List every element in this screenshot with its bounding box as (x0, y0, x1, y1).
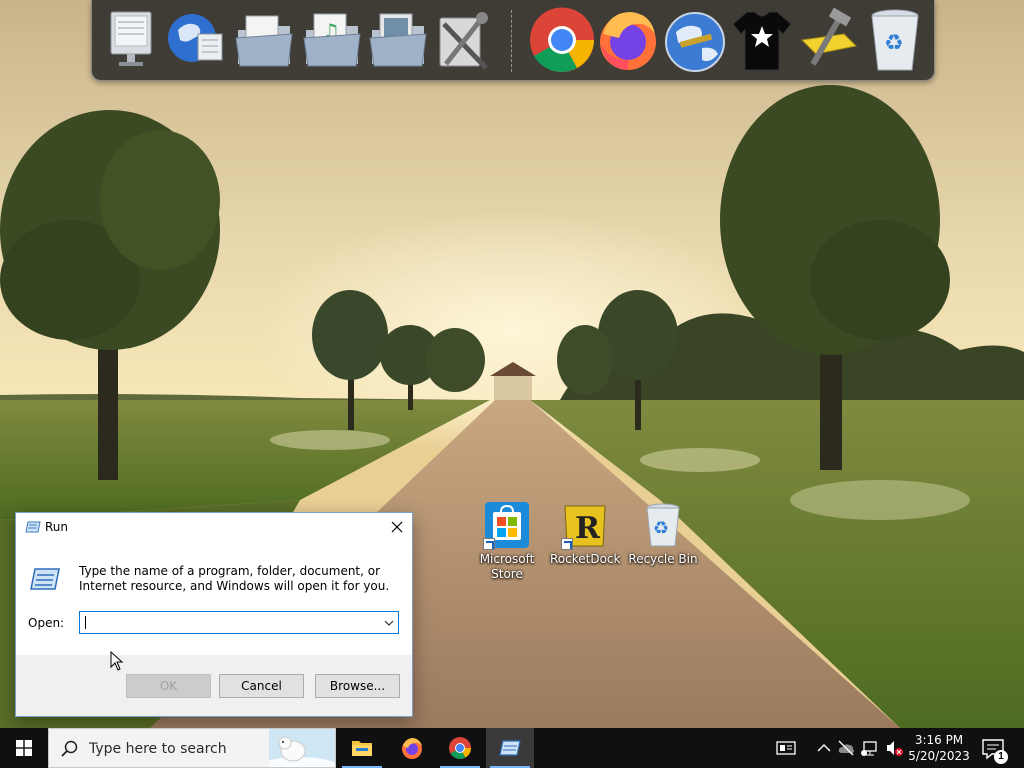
open-label: Open: (28, 616, 65, 630)
search-placeholder: Type here to search (89, 741, 227, 757)
clock-date: 5/20/2023 (908, 749, 970, 763)
shortcut-arrow-icon (561, 538, 573, 550)
file-explorer-icon (352, 741, 372, 756)
onedrive-offline-icon[interactable] (836, 738, 856, 758)
taskbar-run[interactable] (486, 728, 534, 768)
taskbar-chrome[interactable] (436, 728, 484, 768)
browse-button[interactable]: Browse... (315, 674, 400, 698)
dock-music-icon[interactable]: ♫ (300, 4, 366, 76)
desktop-icon-microsoft-store[interactable]: Microsoft Store (472, 500, 542, 582)
dock-pictures-icon[interactable] (366, 4, 432, 76)
run-description: Type the name of a program, folder, docu… (79, 564, 390, 593)
run-titlebar[interactable]: Run (16, 513, 412, 542)
svg-text:♻: ♻ (884, 31, 904, 56)
rocketdock-bar: ♫ ♻ (91, 0, 935, 81)
dock-firefox-icon[interactable] (595, 4, 661, 76)
store-icon (483, 500, 531, 550)
run-dialog: Run Type the name of a program, folder, … (15, 512, 413, 717)
notification-badge: 1 (994, 750, 1008, 764)
open-combobox[interactable] (79, 611, 399, 634)
dock-tools-icon[interactable] (430, 4, 496, 76)
svg-text:R: R (575, 511, 601, 546)
volume-muted-icon[interactable] (884, 738, 904, 758)
text-caret (85, 616, 86, 629)
dock-separator (511, 10, 513, 72)
desktop-icon-label: Recycle Bin (628, 552, 698, 566)
start-button[interactable] (0, 728, 48, 768)
dock-computer-icon[interactable] (98, 4, 164, 76)
network-icon[interactable] (860, 738, 880, 758)
dock-tshirt-icon[interactable] (729, 4, 795, 76)
dock-chrome-icon[interactable] (529, 4, 595, 76)
dock-hammer-icon[interactable] (796, 4, 862, 76)
rocketdock-icon: R (561, 500, 609, 550)
desktop-icon-rocketdock[interactable]: R RocketDock (550, 500, 620, 567)
run-icon (25, 521, 41, 533)
ok-button[interactable]: OK (126, 674, 211, 698)
search-highlight-icon (269, 729, 335, 767)
firefox-icon (402, 738, 422, 759)
taskbar-search-box[interactable]: Type here to search (48, 728, 336, 768)
desktop-icon-recycle-bin[interactable]: ♻ Recycle Bin (628, 500, 698, 567)
taskbar: Type here to search 3:16 PM 5/20/2023 1 (0, 728, 1024, 768)
shortcut-arrow-icon (483, 538, 495, 550)
dock-network-icon[interactable] (164, 4, 230, 76)
taskbar-firefox[interactable] (388, 728, 436, 768)
chrome-icon (449, 737, 471, 759)
windows-logo-icon (16, 740, 32, 756)
run-program-icon (30, 568, 60, 590)
desktop-icon-label: RocketDock (550, 552, 621, 566)
taskbar-file-explorer[interactable] (338, 728, 386, 768)
dock-documents-icon[interactable] (232, 4, 298, 76)
recycle-bin-icon: ♻ (639, 500, 687, 550)
open-dropdown-button[interactable] (380, 612, 398, 633)
taskbar-clock[interactable]: 3:16 PM 5/20/2023 (908, 732, 970, 764)
close-icon (391, 521, 403, 533)
svg-text:♻: ♻ (653, 518, 669, 539)
search-icon (61, 740, 78, 757)
dock-browser-icon[interactable] (662, 4, 728, 76)
run-dialog-title: Run (45, 520, 69, 534)
clock-time: 3:16 PM (914, 733, 964, 747)
close-button[interactable] (382, 513, 412, 542)
chevron-down-icon (384, 620, 394, 626)
cancel-button[interactable]: Cancel (219, 674, 304, 698)
mouse-pointer-icon (110, 651, 124, 671)
dock-recycle-bin-icon[interactable]: ♻ (862, 4, 928, 76)
run-icon (499, 740, 521, 756)
chevron-up-icon[interactable] (814, 738, 834, 758)
news-widget-icon[interactable] (776, 738, 796, 758)
desktop-icon-label: Microsoft Store (479, 552, 535, 581)
